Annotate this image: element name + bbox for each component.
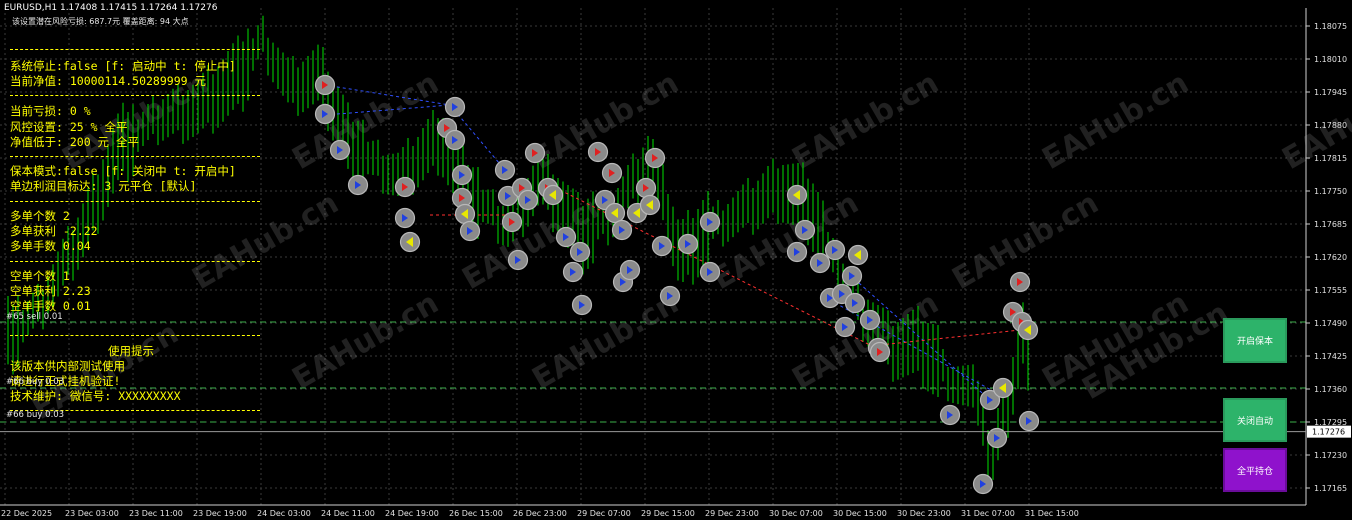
- watermark-text: EAHub.cn: [287, 66, 445, 177]
- panel-divider: [10, 156, 260, 157]
- time-axis-label: 24 Dec 11:00: [321, 509, 375, 518]
- panel-divider: [10, 335, 260, 336]
- time-axis-label: 23 Dec 03:00: [65, 509, 119, 518]
- system-stop-status: 系统停止:false [f: 启动中 t: 停止中]: [10, 59, 236, 73]
- short-profit: 空单获利 2.23: [10, 284, 91, 298]
- watermark-text: EAHub.cn: [787, 66, 945, 177]
- price-axis-label: 1.17230: [1314, 451, 1347, 460]
- tip-support-wechat: 技术维护: 微信号: XXXXXXXXX: [10, 389, 181, 403]
- time-axis-label: 22 Dec 2025: [1, 509, 52, 518]
- panel-divider: [10, 201, 260, 202]
- price-axis-label: 1.17490: [1314, 319, 1347, 328]
- trade-markers: [314, 74, 1040, 495]
- price-axis-label: 1.17555: [1314, 286, 1347, 295]
- price-axis-label: 1.17165: [1314, 484, 1347, 493]
- disable-auto-button[interactable]: 关闭自动: [1223, 398, 1287, 442]
- close-all-button[interactable]: 全平持仓: [1223, 448, 1287, 492]
- price-axis-label: 1.17685: [1314, 220, 1347, 229]
- risk-setting: 风控设置: 25 % 全平: [10, 120, 128, 134]
- time-axis-label: 23 Dec 19:00: [193, 509, 247, 518]
- price-axis-label: 1.17425: [1314, 352, 1347, 361]
- profit-target: 单边利润目标达: 3 元平仓 [默认]: [10, 179, 197, 193]
- risk-info-line: 该设置潜在风险亏损: 687.7元 覆盖距离: 94 大点: [12, 17, 189, 26]
- time-axis-label: 31 Dec 15:00: [1025, 509, 1079, 518]
- watermark-text: EAHub.cn: [527, 286, 685, 397]
- price-axis-label: 1.17880: [1314, 121, 1347, 130]
- time-axis-label: 31 Dec 07:00: [961, 509, 1015, 518]
- panel-divider: [10, 95, 260, 96]
- sell-order-tag[interactable]: #65 sell 0.01: [6, 312, 63, 322]
- usage-tips-title: 使用提示: [108, 344, 154, 358]
- time-axis-label: 30 Dec 15:00: [833, 509, 887, 518]
- symbol-quote-line: EURUSD,H1 1.17408 1.17415 1.17264 1.1727…: [4, 3, 218, 13]
- long-profit: 多单获利 -2.22: [10, 224, 98, 238]
- buy-order-tag[interactable]: #66 buy 0.03: [6, 410, 64, 420]
- time-axis-label: 30 Dec 07:00: [769, 509, 823, 518]
- long-count: 多单个数 2: [10, 209, 70, 223]
- current-equity: 当前净值: 10000114.50289999 元: [10, 74, 206, 88]
- time-axis-label: 24 Dec 03:00: [257, 509, 311, 518]
- time-axis-label: 24 Dec 19:00: [385, 509, 439, 518]
- tip-internal-test: 该版本供内部测试使用: [10, 359, 125, 373]
- watermark-text: EAHub.cn: [787, 286, 945, 397]
- long-lots: 多单手数 0.04: [10, 239, 91, 253]
- short-count: 空单个数 1: [10, 269, 70, 283]
- buy-order-tag[interactable]: #66 buy 0.03: [6, 377, 64, 387]
- time-axis-label: 23 Dec 11:00: [129, 509, 183, 518]
- watermark-text: EAHub.cn: [287, 286, 445, 397]
- equity-below: 净值低于: 200 元 全平: [10, 135, 139, 149]
- watermark-text: EAHub.cn: [707, 186, 865, 297]
- price-axis-label: 1.18075: [1314, 22, 1347, 31]
- time-axis-label: 29 Dec 15:00: [641, 509, 695, 518]
- time-axis-label: 29 Dec 23:00: [705, 509, 759, 518]
- short-lots: 空单手数 0.01: [10, 299, 91, 313]
- time-axis-label: 26 Dec 23:00: [513, 509, 567, 518]
- breakeven-mode: 保本模式:false [f: 关闭中 t: 开启中]: [10, 164, 236, 178]
- price-axis-label: 1.17815: [1314, 154, 1347, 163]
- time-axis-label: 26 Dec 15:00: [449, 509, 503, 518]
- current-loss: 当前亏损: 0 %: [10, 104, 91, 118]
- current-price-label: 1.17276: [1312, 428, 1345, 437]
- price-axis-label: 1.17620: [1314, 253, 1347, 262]
- time-axis-label: 30 Dec 23:00: [897, 509, 951, 518]
- panel-divider: [10, 261, 260, 262]
- watermark-text: EAHub.cn: [1037, 66, 1195, 177]
- time-axis-label: 29 Dec 07:00: [577, 509, 631, 518]
- price-axis-label: 1.17945: [1314, 88, 1347, 97]
- price-axis-label: 1.17360: [1314, 385, 1347, 394]
- price-axis-label: 1.17750: [1314, 187, 1347, 196]
- enable-breakeven-button[interactable]: 开启保本: [1223, 318, 1287, 363]
- watermark-text: EAHub.cn: [187, 186, 345, 297]
- price-axis-label: 1.18010: [1314, 55, 1347, 64]
- panel-divider: [10, 49, 260, 50]
